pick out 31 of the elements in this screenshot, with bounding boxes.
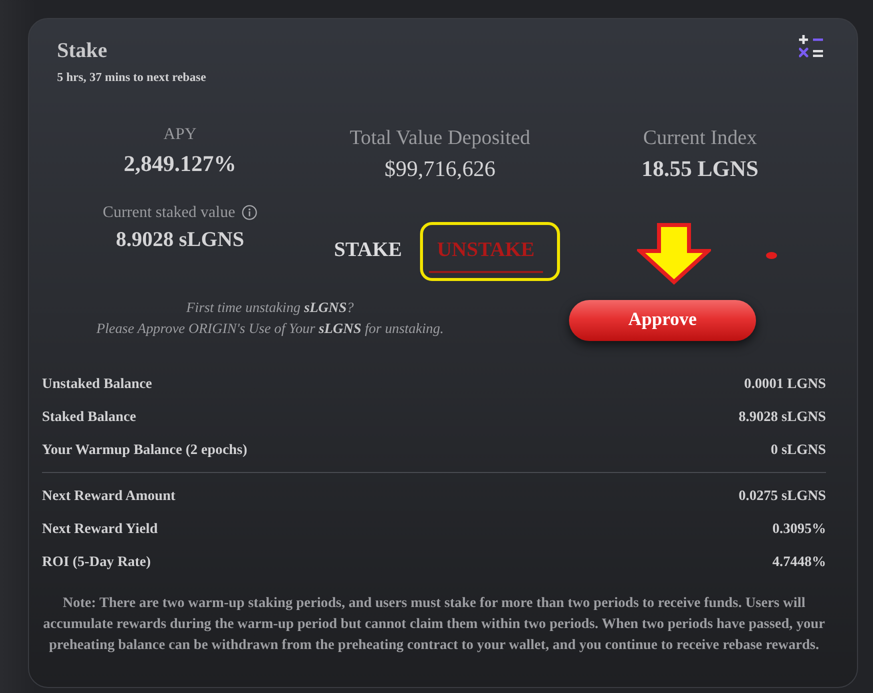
approve-button[interactable]: Approve bbox=[569, 300, 756, 341]
card-title: Stake bbox=[57, 38, 108, 62]
row-value: 0.0275 sLGNS bbox=[738, 488, 826, 505]
row-label: Staked Balance bbox=[42, 409, 136, 426]
staking-note: Note: There are two warm-up staking periods, and users must stake for more than two periods to receive funds. Users will accumulate rewards during the warm-up period but cannot claim them within two periods. When two periods have passed, your preheating balance can be withdrawn from the preheating contract to your wallet, and you continue to receive rebase rewards. bbox=[42, 594, 826, 655]
calculator-icon[interactable] bbox=[799, 35, 823, 59]
dot-icon bbox=[766, 252, 777, 259]
down-arrow-icon bbox=[637, 223, 711, 285]
tab[interactable]: STAKE bbox=[326, 238, 410, 273]
metric-label: APY bbox=[163, 124, 196, 144]
rebase-timer: 5 hrs, 37 mins to next rebase bbox=[57, 70, 206, 84]
row-value: 0 sLGNS bbox=[770, 442, 826, 459]
row-label: Unstaked Balance bbox=[42, 376, 152, 393]
row-value: 8.9028 sLGNS bbox=[738, 409, 826, 426]
metric-label: Current Index bbox=[643, 127, 757, 150]
row-value: 4.7448% bbox=[772, 554, 826, 571]
row-label: Next Reward Yield bbox=[42, 521, 158, 538]
metric-value: 2,849.127% bbox=[124, 150, 236, 177]
approve-hint: First time unstaking sLGNS? bbox=[186, 299, 354, 318]
metric-label: Total Value Deposited bbox=[350, 127, 530, 150]
row-label: Your Warmup Balance (2 epochs) bbox=[42, 442, 248, 459]
row-value: 0.0001 LGNS bbox=[744, 376, 826, 393]
metric-label: Current staked value bbox=[102, 203, 236, 222]
metric-value: 18.55 LGNS bbox=[642, 156, 758, 182]
metric-value: $99,716,626 bbox=[384, 156, 496, 182]
row-label: ROI (5-Day Rate) bbox=[42, 554, 151, 571]
row-label: Next Reward Amount bbox=[42, 488, 176, 505]
row-value: 0.3095% bbox=[772, 521, 826, 538]
metric-value: 8.9028 sLGNS bbox=[116, 227, 244, 252]
info-icon[interactable] bbox=[242, 205, 258, 220]
approve-hint: Please Approve ORIGIN's Use of Your sLGNS for unstaking. bbox=[96, 320, 444, 339]
